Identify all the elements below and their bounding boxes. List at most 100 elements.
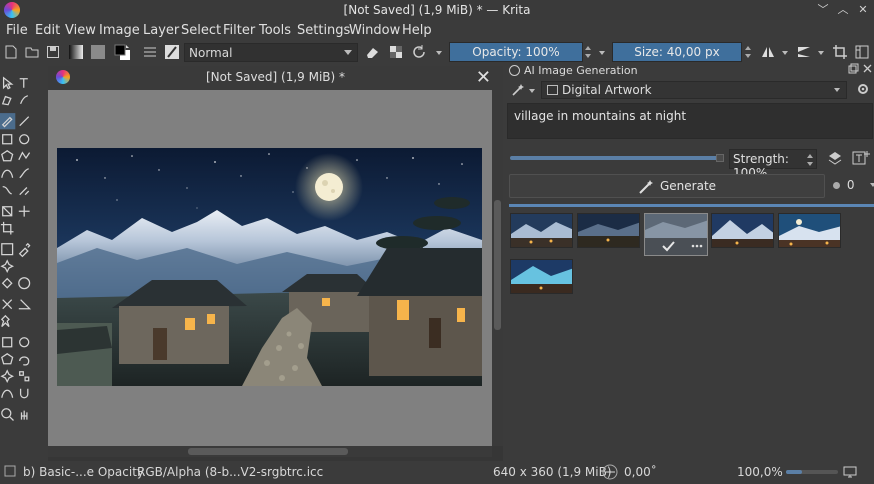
gradient-tool-icon[interactable] (1, 243, 14, 256)
mirror-vertical-dropdown-icon[interactable] (818, 51, 824, 55)
eraser-icon[interactable] (364, 44, 380, 60)
opacity-spinner[interactable] (584, 42, 594, 62)
add-region-icon[interactable] (852, 150, 870, 169)
smart-patch-icon[interactable] (0, 259, 15, 274)
workspace-icon[interactable] (854, 44, 870, 60)
reload-dropdown-icon[interactable] (436, 51, 442, 55)
style-select[interactable]: Digital Artwork (541, 81, 847, 99)
menu-file[interactable]: File (6, 23, 28, 38)
alpha-lock-icon[interactable] (388, 44, 404, 60)
polyline-tool-icon[interactable] (18, 151, 31, 161)
text-tool-icon[interactable] (19, 78, 28, 88)
calligraphy-icon[interactable] (20, 95, 29, 105)
menu-help[interactable]: Help (402, 23, 432, 38)
fill-tool-icon[interactable] (1, 277, 13, 289)
blend-mode-select[interactable]: Normal (184, 43, 358, 62)
result-thumbnail[interactable] (778, 213, 841, 248)
pan-tool-icon[interactable] (20, 410, 28, 420)
close-docker-button[interactable] (862, 63, 873, 77)
canvas-image[interactable] (57, 148, 482, 386)
prompt-input[interactable]: village in mountains at night (507, 103, 873, 139)
crop-wraparound-icon[interactable] (832, 44, 848, 60)
opacity-slider[interactable]: Opacity: 100% (449, 42, 583, 62)
result-thumbnail[interactable] (510, 259, 573, 294)
gradient-icon[interactable] (68, 44, 84, 60)
workflow-wand-icon[interactable] (511, 83, 525, 100)
reload-icon[interactable] (411, 44, 427, 60)
freehand-brush-icon[interactable] (0, 113, 16, 130)
menu-filter[interactable]: Filter (223, 23, 255, 38)
menu-tools[interactable]: Tools (259, 23, 291, 38)
bezier-select-icon[interactable] (1, 389, 14, 398)
open-folder-icon[interactable] (24, 44, 40, 60)
mirror-horizontal-icon[interactable] (760, 44, 776, 60)
select-shapes-icon[interactable] (2, 76, 14, 90)
freehand-select-icon[interactable] (19, 356, 30, 366)
close-document-button[interactable]: ✕ (476, 67, 491, 88)
horizontal-scroll-thumb[interactable] (188, 448, 348, 455)
rect-select-icon[interactable] (2, 337, 13, 348)
float-docker-button[interactable] (848, 63, 859, 77)
polygon-select-icon[interactable] (1, 353, 14, 365)
brush-settings-icon[interactable] (142, 44, 158, 60)
edit-shapes-icon[interactable] (1, 95, 12, 106)
result-thumbnail[interactable] (577, 213, 640, 248)
contiguous-select-icon[interactable] (0, 369, 15, 384)
add-control-layer-icon[interactable] (827, 150, 843, 169)
strength-spinner[interactable] (806, 150, 816, 170)
canvas-area[interactable] (48, 90, 492, 446)
reference-tool-icon[interactable] (0, 314, 10, 328)
pattern-icon[interactable] (90, 44, 106, 60)
move-tool-icon[interactable] (18, 205, 30, 217)
transform-tool-icon[interactable] (2, 206, 13, 217)
strength-slider-handle[interactable] (716, 154, 724, 162)
horizontal-scrollbar[interactable] (48, 446, 492, 457)
vertical-scrollbar[interactable] (492, 90, 503, 446)
ellipse-select-icon[interactable] (19, 337, 30, 348)
rectangle-tool-icon[interactable] (2, 134, 13, 145)
fg-bg-colors-icon[interactable] (114, 44, 130, 60)
menu-edit[interactable]: Edit (35, 23, 60, 38)
brush-status[interactable]: b) Basic-...e Opacity (23, 465, 144, 479)
magnetic-select-icon[interactable] (19, 388, 29, 399)
close-window-button[interactable]: ✕ (855, 2, 871, 18)
multibrush-icon[interactable] (19, 187, 30, 196)
canvas-only-icon[interactable] (842, 464, 858, 483)
color-picker-icon[interactable] (18, 242, 31, 258)
size-spinner[interactable] (744, 42, 754, 62)
dynamic-brush-icon[interactable] (2, 185, 12, 195)
polygon-tool-icon[interactable] (1, 150, 14, 162)
crop-tool-icon[interactable] (0, 221, 14, 235)
new-document-icon[interactable] (3, 44, 19, 60)
freehand-path-icon[interactable] (19, 168, 29, 179)
menu-image[interactable]: Image (99, 23, 140, 38)
brush-preset-icon[interactable] (164, 44, 180, 60)
result-thumbnail-selected[interactable] (644, 213, 708, 256)
strength-spinbox[interactable]: Strength: 100% (729, 149, 817, 180)
assistant-tool-icon[interactable] (2, 299, 13, 310)
brush-preset-status-icon[interactable] (4, 465, 16, 480)
line-tool-icon[interactable] (19, 116, 30, 127)
queue-button[interactable]: 0 (833, 178, 874, 192)
menu-window[interactable]: Window (349, 23, 400, 38)
menu-settings[interactable]: Settings (297, 23, 350, 38)
zoom-slider[interactable] (786, 470, 838, 474)
result-thumbnail[interactable] (510, 213, 573, 248)
generate-button[interactable]: Generate (509, 174, 825, 198)
menu-select[interactable]: Select (181, 23, 221, 38)
workflow-dropdown-icon[interactable] (529, 89, 535, 93)
similar-select-icon[interactable] (19, 371, 30, 382)
result-thumbnail[interactable] (711, 213, 774, 248)
minimize-button[interactable]: ﹀ (815, 2, 831, 18)
measure-tool-icon[interactable] (18, 299, 32, 310)
menu-view[interactable]: View (65, 23, 96, 38)
ellipse-tool-icon[interactable] (19, 134, 30, 145)
zoom-tool-icon[interactable] (1, 408, 14, 421)
strength-slider[interactable] (510, 154, 724, 162)
opacity-dropdown-icon[interactable] (599, 51, 605, 55)
color-profile-status[interactable]: RGB/Alpha (8-b...V2-srgbtrc.icc (137, 465, 323, 479)
maximize-button[interactable]: ︿ (835, 2, 851, 18)
menu-layer[interactable]: Layer (143, 23, 179, 38)
mirror-horizontal-dropdown-icon[interactable] (782, 51, 788, 55)
vertical-scroll-thumb[interactable] (494, 200, 501, 330)
